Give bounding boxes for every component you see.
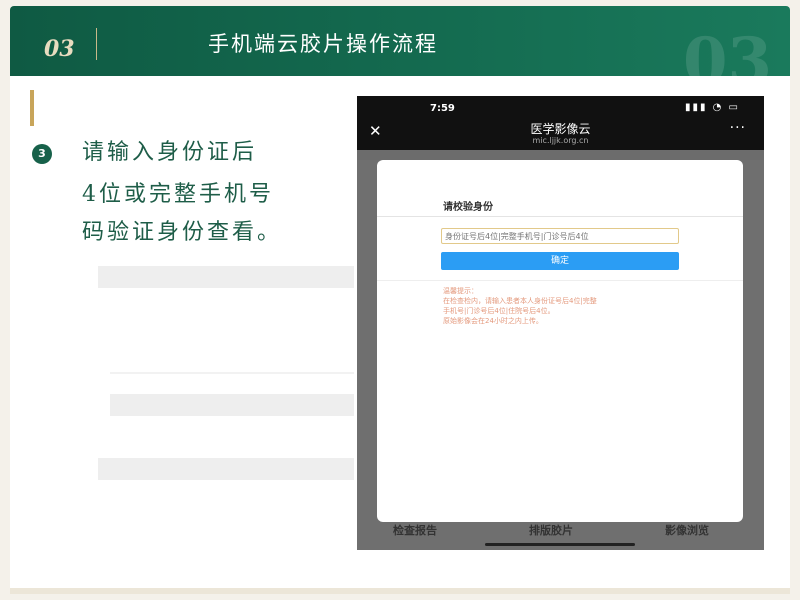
nav-title: 医学影像云 (530, 122, 591, 136)
tip-block: 温馨提示： 在检查检内，请输入患者本人身份证号后4位|完整 手机号|门诊号后4位… (443, 286, 713, 326)
verify-modal: 请校验身份 确定 温馨提示： 在检查检内，请输入患者本人身份证号后4位|完整 手… (377, 160, 743, 522)
tab-report[interactable]: 检查报告 (393, 522, 437, 538)
tip-line: 在检查检内，请输入患者本人身份证号后4位|完整 (443, 297, 597, 305)
divider (377, 216, 743, 217)
status-time: 7:59 (430, 103, 455, 114)
dim-overlay (357, 150, 764, 160)
accent-bar (30, 90, 34, 126)
id-input[interactable] (441, 228, 679, 244)
header-divider (96, 28, 97, 60)
nav-url: mic.ljjk.org.cn (532, 136, 589, 145)
step-number-badge: 3 (32, 144, 52, 164)
instruction-line-3: 码验证身份查看。 (82, 220, 283, 245)
tip-line: 手机号|门诊号后4位|住院号后4位。 (443, 307, 555, 315)
home-indicator (485, 543, 635, 546)
blank-placeholder (110, 394, 354, 416)
blank-placeholder (110, 372, 354, 374)
blank-placeholder (98, 266, 354, 288)
bottom-tab-bar: 检查报告 排版胶片 影像浏览 (357, 522, 764, 540)
nav-bar: ✕ 医学影像云 mic.ljjk.org.cn ··· (357, 120, 764, 150)
tip-line: 原始影像会在24小时之内上传。 (443, 317, 543, 325)
phone-screenshot: 7:59 ▮▮▮ ◔ ▭ ✕ 医学影像云 mic.ljjk.org.cn ···… (357, 96, 764, 550)
more-icon[interactable]: ··· (730, 120, 746, 136)
slide: 03 手机端云胶片操作流程 03 3 请输入身份证后 4位或完整手机号 码验证身… (0, 0, 800, 600)
confirm-button[interactable]: 确定 (441, 252, 679, 270)
instruction-line-1: 请输入身份证后 (82, 140, 258, 165)
status-bar: 7:59 ▮▮▮ ◔ ▭ (357, 96, 764, 120)
blank-placeholder (98, 458, 354, 480)
header-banner: 03 手机端云胶片操作流程 03 (10, 6, 790, 76)
tab-films[interactable]: 排版胶片 (529, 522, 573, 538)
tab-images[interactable]: 影像浏览 (665, 522, 709, 538)
bottom-strip (10, 588, 790, 594)
instruction-line-2: 4位或完整手机号 (82, 182, 274, 207)
modal-title: 请校验身份 (443, 202, 493, 213)
tip-line: 温馨提示： (443, 287, 478, 295)
section-number: 03 (44, 36, 75, 62)
section-watermark: 03 (682, 24, 772, 77)
page-title: 手机端云胶片操作流程 (208, 32, 438, 56)
signal-wifi-battery-icon: ▮▮▮ ◔ ▭ (684, 102, 740, 113)
divider (377, 280, 743, 281)
